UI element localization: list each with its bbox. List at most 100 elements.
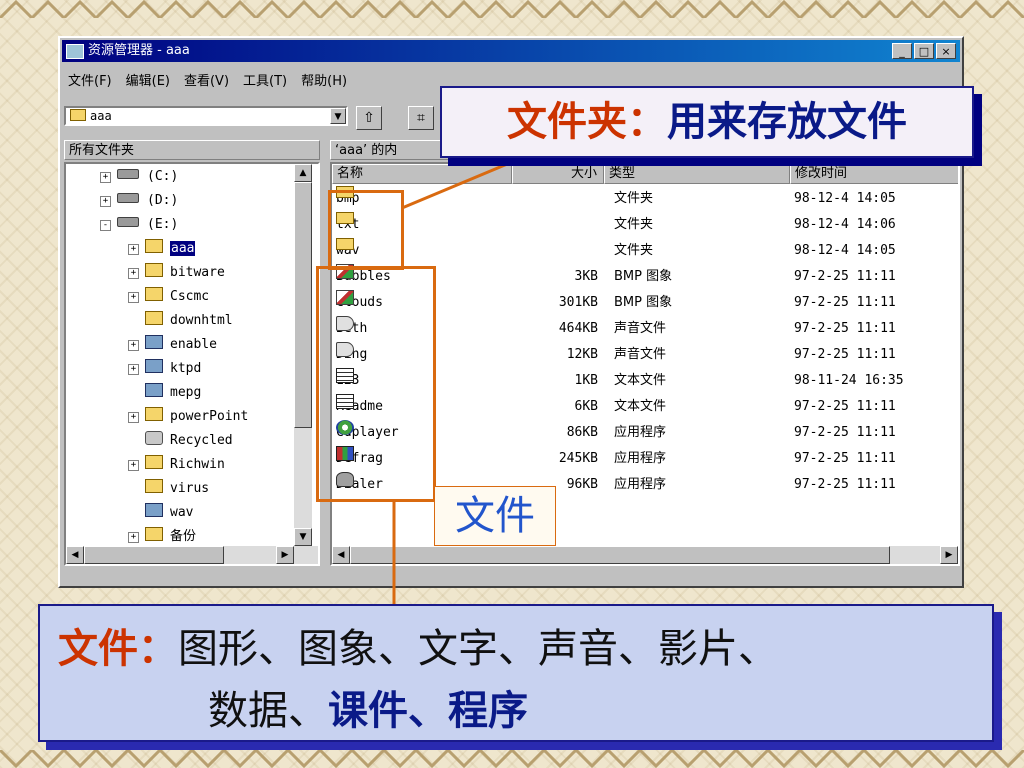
list-hscroll-thumb[interactable] <box>350 546 890 564</box>
folder-icon <box>145 239 163 253</box>
column-header-size[interactable]: 大小 <box>512 164 604 184</box>
scroll-right-button[interactable]: ▶ <box>276 546 294 564</box>
list-scroll-left-button[interactable]: ◀ <box>332 546 350 564</box>
file-type: 声音文件 <box>614 321 667 336</box>
scroll-up-button[interactable]: ▲ <box>294 164 312 182</box>
file-row[interactable]: bmp 文件夹 98-12-4 14:05 <box>332 186 958 212</box>
tree-item[interactable]: + ktpd <box>128 358 201 380</box>
tree-item[interactable]: + enable <box>128 334 217 356</box>
tree-item[interactable]: + Richwin <box>128 454 225 476</box>
file-modified: 97-2-25 11:11 <box>794 347 896 362</box>
bottom-ornament-border <box>0 750 1024 768</box>
tree-item[interactable]: - (E:) <box>100 214 178 236</box>
column-header-modified[interactable]: 修改时间 <box>790 164 958 184</box>
address-dropdown-button[interactable]: ▼ <box>330 108 346 124</box>
file-modified: 97-2-25 11:11 <box>794 451 896 466</box>
tree-item-label: bitware <box>170 265 225 280</box>
tree-scroll-thumb[interactable] <box>294 182 312 428</box>
tree-item[interactable]: mepg <box>128 382 201 404</box>
list-scroll-right-button[interactable]: ▶ <box>940 546 958 564</box>
tree-item[interactable]: + Cscmc <box>128 286 209 308</box>
file-size: 3KB <box>574 269 598 284</box>
file-type: 文件夹 <box>614 243 654 258</box>
column-header-type[interactable]: 类型 <box>604 164 790 184</box>
tree-item[interactable]: + (D:) <box>100 190 178 212</box>
file-label-callout: 文件 <box>434 486 556 546</box>
file-modified: 97-2-25 11:11 <box>794 269 896 284</box>
column-header-name[interactable]: 名称 <box>332 164 512 184</box>
tree-item[interactable]: wav <box>128 502 193 524</box>
menu-file[interactable]: 文件(F) <box>68 70 112 90</box>
maximize-button[interactable]: □ <box>914 43 934 59</box>
tree-item[interactable]: Recycled <box>128 430 233 452</box>
menu-view[interactable]: 查看(V) <box>184 70 229 90</box>
window-title: 资源管理器 - aaa <box>88 43 190 58</box>
folder-icon <box>145 407 163 421</box>
minimize-button[interactable]: _ <box>892 43 912 59</box>
tree-item-label: virus <box>170 481 210 496</box>
list-horizontal-scrollbar[interactable]: ◀ ▶ <box>332 546 958 564</box>
file-modified: 97-2-25 11:11 <box>794 321 896 336</box>
expand-icon[interactable]: + <box>128 340 139 351</box>
tree-item[interactable]: + (C:) <box>100 166 178 188</box>
tree-item[interactable]: + 备份 <box>128 526 196 548</box>
menu-help[interactable]: 帮助(H) <box>301 70 347 90</box>
map-drive-button[interactable]: ⌗ <box>408 106 434 130</box>
tree-item-label: mepg <box>170 385 202 400</box>
file-definition-line2: 数据、课件、程序 <box>208 678 528 736</box>
tree-item-label: (D:) <box>147 193 179 208</box>
folder-description: 用来存放文件 <box>667 98 907 145</box>
expand-icon[interactable]: + <box>128 532 139 543</box>
tree-item-label: wav <box>170 505 194 520</box>
menu-edit[interactable]: 编辑(E) <box>126 70 170 90</box>
expand-icon[interactable]: + <box>128 460 139 471</box>
file-size: 464KB <box>558 321 598 336</box>
folder-term: 文件夹： <box>507 98 667 145</box>
tree-item-label: aaa <box>170 241 196 256</box>
tree-item-label: downhtml <box>170 313 233 328</box>
tree-item-label: (E:) <box>147 217 179 232</box>
tree-item[interactable]: downhtml <box>128 310 233 332</box>
file-modified: 98-12-4 14:05 <box>794 191 896 206</box>
file-definition-line1: 文件：图形、图象、文字、声音、影片、 <box>58 616 778 674</box>
expand-icon[interactable]: + <box>128 364 139 375</box>
tree-hscroll-thumb[interactable] <box>84 546 224 564</box>
file-modified: 97-2-25 11:11 <box>794 425 896 440</box>
tree-pane-header: 所有文件夹 <box>64 140 320 160</box>
recycle-bin-icon <box>145 431 163 445</box>
scroll-left-button[interactable]: ◀ <box>66 546 84 564</box>
file-modified: 97-2-25 11:11 <box>794 477 896 492</box>
expand-icon[interactable]: + <box>100 172 111 183</box>
menu-tools[interactable]: 工具(T) <box>243 70 287 90</box>
expand-icon[interactable]: + <box>100 196 111 207</box>
file-row[interactable]: txt 文件夹 98-12-4 14:06 <box>332 212 958 238</box>
map-drive-icon: ⌗ <box>417 110 425 126</box>
collapse-icon[interactable]: - <box>100 220 111 231</box>
title-bar[interactable]: 资源管理器 - aaa _ □ × <box>62 40 960 62</box>
expand-icon[interactable]: + <box>128 292 139 303</box>
expand-icon[interactable]: + <box>128 268 139 279</box>
tree-item[interactable]: virus <box>128 478 209 500</box>
file-size: 86KB <box>566 425 598 440</box>
tree-item-label: ktpd <box>170 361 202 376</box>
explorer-app-icon <box>66 44 84 59</box>
drive-icon <box>117 169 139 179</box>
folder-definition-callout: 文件夹：用来存放文件 <box>440 86 974 158</box>
tree-item[interactable]: + bitware <box>128 262 225 284</box>
file-row[interactable]: wav 文件夹 98-12-4 14:05 <box>332 238 958 264</box>
file-size: 6KB <box>574 399 598 414</box>
address-combobox[interactable]: aaa <box>64 106 348 126</box>
tree-item[interactable]: + aaa <box>128 238 196 260</box>
tree-item[interactable]: + powerPoint <box>128 406 248 428</box>
close-button[interactable]: × <box>936 43 956 59</box>
scroll-down-button[interactable]: ▼ <box>294 528 312 546</box>
expand-icon[interactable]: + <box>128 244 139 255</box>
expand-icon[interactable]: + <box>128 412 139 423</box>
file-modified: 97-2-25 11:11 <box>794 399 896 414</box>
file-type: BMP 图象 <box>614 269 673 284</box>
tree-vertical-scrollbar[interactable]: ▲ ▼ <box>294 164 312 546</box>
up-folder-button[interactable]: ⇧ <box>356 106 382 130</box>
shared-folder-icon <box>145 359 163 373</box>
tree-horizontal-scrollbar[interactable]: ◀ ▶ <box>66 546 318 564</box>
file-modified: 98-12-4 14:06 <box>794 217 896 232</box>
